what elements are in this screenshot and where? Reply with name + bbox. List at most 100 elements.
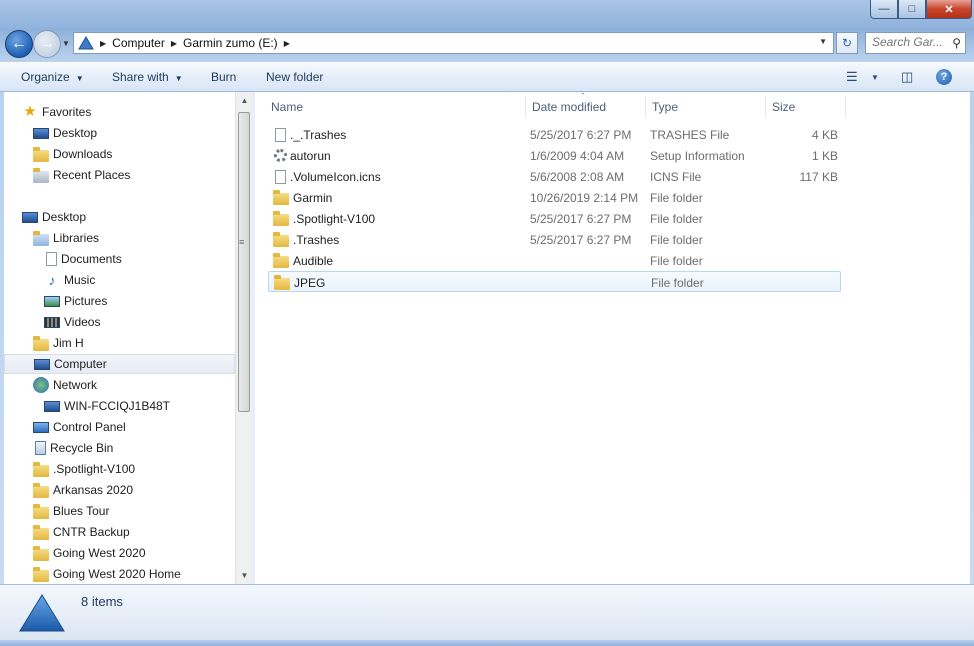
nav-label: Control Panel bbox=[53, 420, 126, 434]
nav-label: Computer bbox=[54, 357, 107, 371]
nav-label: Jim H bbox=[53, 336, 84, 350]
recent-places-icon bbox=[33, 167, 49, 183]
file-size bbox=[758, 250, 838, 271]
nav-item-going-west-2020[interactable]: Going West 2020 bbox=[33, 543, 146, 563]
scroll-up-icon[interactable]: ▲ bbox=[236, 92, 253, 109]
folder-icon bbox=[33, 482, 49, 498]
search-box[interactable]: ⚲ bbox=[865, 32, 966, 54]
address-bar[interactable]: ▶ Computer ▶ Garmin zumo (E:) ▶ ▼ bbox=[73, 32, 834, 54]
new-folder-button[interactable]: New folder bbox=[266, 70, 323, 84]
file-type: File folder bbox=[651, 275, 704, 290]
pictures-icon bbox=[44, 295, 60, 307]
nav-scrollbar[interactable]: ▲ ≡ ▼ bbox=[235, 92, 252, 584]
back-button[interactable]: ← bbox=[5, 30, 33, 58]
file-row-selected[interactable]: JPEG File folder bbox=[268, 271, 841, 292]
documents-icon bbox=[46, 252, 57, 266]
scrollbar-thumb[interactable] bbox=[238, 112, 250, 412]
nav-item-pictures[interactable]: Pictures bbox=[44, 291, 107, 311]
organize-button[interactable]: Organize ▼ bbox=[21, 70, 84, 84]
nav-item-spotlight[interactable]: .Spotlight-V100 bbox=[33, 459, 135, 479]
search-input[interactable] bbox=[866, 33, 950, 51]
file-type: TRASHES File bbox=[650, 127, 730, 142]
folder-icon bbox=[33, 503, 49, 519]
file-date: 5/25/2017 6:27 PM bbox=[530, 127, 632, 142]
nav-item-recent-places[interactable]: Recent Places bbox=[33, 165, 130, 185]
column-header-type[interactable]: Type bbox=[646, 96, 766, 118]
folder-icon bbox=[273, 232, 289, 247]
nav-label: CNTR Backup bbox=[53, 525, 130, 539]
file-name: Audible bbox=[293, 253, 334, 268]
nav-item-desktop[interactable]: Desktop bbox=[33, 123, 97, 143]
file-row[interactable]: autorun 1/6/2009 4:04 AM Setup Informati… bbox=[268, 145, 841, 166]
recent-pages-dropdown-icon[interactable]: ▼ bbox=[62, 39, 70, 48]
file-size: 1 KB bbox=[811, 148, 838, 163]
forward-arrow-icon: → bbox=[39, 35, 55, 52]
star-icon: ★ bbox=[23, 103, 37, 120]
file-size: 4 KB bbox=[811, 127, 838, 142]
nav-item-videos[interactable]: Videos bbox=[44, 312, 100, 332]
nav-item-computer[interactable]: Computer bbox=[4, 354, 235, 374]
column-header-size[interactable]: Size bbox=[766, 96, 846, 118]
breadcrumb-drive[interactable]: Garmin zumo (E:) bbox=[183, 36, 278, 50]
nav-item-desktop-root[interactable]: Desktop bbox=[22, 207, 86, 227]
preview-pane-icon[interactable]: ◫ bbox=[901, 69, 913, 85]
file-row[interactable]: Audible File folder bbox=[268, 250, 841, 271]
nav-item-control-panel[interactable]: Control Panel bbox=[33, 417, 126, 437]
forward-button[interactable]: → bbox=[33, 30, 61, 58]
nav-label: Going West 2020 bbox=[53, 546, 146, 560]
folder-icon bbox=[273, 190, 289, 205]
chevron-right-icon[interactable]: ▶ bbox=[171, 39, 177, 48]
search-icon[interactable]: ⚲ bbox=[952, 36, 961, 50]
chevron-right-icon[interactable]: ▶ bbox=[284, 39, 290, 48]
control-panel-icon bbox=[33, 421, 49, 433]
nav-item-music[interactable]: ♪ Music bbox=[44, 270, 96, 290]
maximize-button[interactable]: □ bbox=[898, 0, 926, 19]
nav-item-blues-tour[interactable]: Blues Tour bbox=[33, 501, 109, 521]
share-with-button[interactable]: Share with ▼ bbox=[112, 70, 183, 84]
file-row[interactable]: ._.Trashes 5/25/2017 6:27 PM TRASHES Fil… bbox=[268, 124, 841, 145]
refresh-button[interactable]: ↻ bbox=[836, 32, 858, 54]
file-icon bbox=[275, 127, 286, 142]
file-row[interactable]: .VolumeIcon.icns 5/6/2008 2:08 AM ICNS F… bbox=[268, 166, 841, 187]
nav-item-going-west-2020-home[interactable]: Going West 2020 Home bbox=[33, 564, 181, 584]
address-dropdown-icon[interactable]: ▼ bbox=[819, 37, 827, 46]
nav-item-documents[interactable]: Documents bbox=[44, 249, 122, 269]
nav-item-network-computer[interactable]: WIN-FCCIQJ1B48T bbox=[44, 396, 170, 416]
file-type: File folder bbox=[650, 253, 703, 268]
nav-item-libraries[interactable]: Libraries bbox=[33, 228, 99, 248]
chevron-right-icon[interactable]: ▶ bbox=[100, 39, 106, 48]
nav-item-downloads[interactable]: Downloads bbox=[33, 144, 112, 164]
file-name: .Spotlight-V100 bbox=[293, 211, 376, 226]
file-row[interactable]: Garmin 10/26/2019 2:14 PM File folder bbox=[268, 187, 841, 208]
view-options-icon[interactable]: ☰ bbox=[846, 69, 858, 85]
file-row[interactable]: .Trashes 5/25/2017 6:27 PM File folder bbox=[268, 229, 841, 250]
nav-item-favorites[interactable]: ★ Favorites bbox=[22, 102, 91, 122]
folder-icon bbox=[33, 524, 49, 540]
file-date: 5/25/2017 6:27 PM bbox=[530, 232, 632, 247]
folder-icon bbox=[273, 253, 289, 268]
view-dropdown-icon[interactable]: ▼ bbox=[871, 73, 879, 82]
nav-item-network[interactable]: Network bbox=[33, 375, 97, 395]
file-row[interactable]: .Spotlight-V100 5/25/2017 6:27 PM File f… bbox=[268, 208, 841, 229]
file-name: autorun bbox=[290, 148, 331, 163]
minimize-button[interactable]: — bbox=[870, 0, 898, 19]
share-with-label: Share with bbox=[112, 70, 169, 84]
scroll-down-icon[interactable]: ▼ bbox=[236, 567, 253, 584]
folder-icon bbox=[33, 566, 49, 582]
file-size: 117 KB bbox=[799, 169, 838, 184]
nav-item-recycle-bin[interactable]: Recycle Bin bbox=[33, 438, 113, 458]
libraries-icon bbox=[33, 230, 49, 246]
nav-item-arkansas-2020[interactable]: Arkansas 2020 bbox=[33, 480, 133, 500]
file-size bbox=[759, 272, 839, 293]
breadcrumb-computer[interactable]: Computer bbox=[112, 36, 165, 50]
close-button[interactable]: ✕ bbox=[926, 0, 972, 19]
burn-button[interactable]: Burn bbox=[211, 70, 236, 84]
column-header-name[interactable]: Name bbox=[265, 96, 526, 118]
nav-item-cntr-backup[interactable]: CNTR Backup bbox=[33, 522, 130, 542]
nav-item-jim-h[interactable]: Jim H bbox=[33, 333, 84, 353]
column-header-date-modified[interactable]: Date modified bbox=[526, 96, 646, 118]
folder-icon bbox=[273, 211, 289, 226]
help-icon[interactable]: ? bbox=[936, 69, 952, 85]
file-type: Setup Information bbox=[650, 148, 745, 163]
chevron-down-icon: ▼ bbox=[174, 74, 183, 83]
